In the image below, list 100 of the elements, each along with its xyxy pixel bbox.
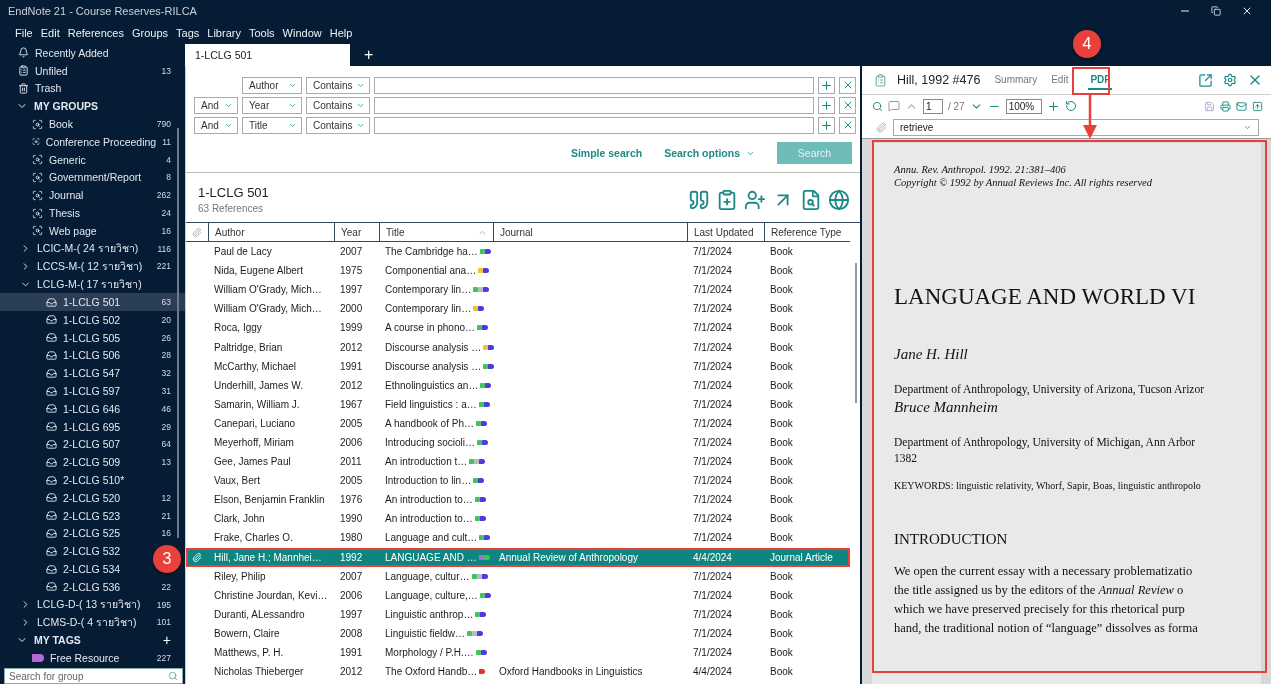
menu-item[interactable]: Tools: [248, 27, 275, 39]
field-dropdown[interactable]: Author: [242, 76, 302, 94]
reference-row[interactable]: Vaux, Bert 2005 Introduction to lin… 7/1/2024 Book: [186, 471, 850, 491]
reference-row[interactable]: William O'Grady, Mich… 2000 Contemporary lin… 7/1/2024 Book: [186, 299, 850, 319]
reference-row[interactable]: Riley, Philip 2007 Language, cultur… 7/1/2024 Book: [186, 566, 850, 586]
menu-item[interactable]: Help: [329, 27, 353, 39]
add-row-button[interactable]: [818, 96, 835, 114]
remove-row-button[interactable]: [839, 76, 856, 94]
reference-row[interactable]: Paltridge, Brian 2012 Discourse analysis … 7/1/2024 Book: [186, 337, 850, 357]
group-item[interactable]: 2-LCLG 507 64: [0, 435, 185, 454]
reference-row[interactable]: Gee, James Paul 2011 An introduction t… 7/1/2024 Book: [186, 452, 850, 472]
group-item[interactable]: 2-LCLG 534: [0, 560, 135, 578]
group-search-box[interactable]: Search for group: [4, 668, 183, 684]
user-plus-icon[interactable]: [744, 188, 766, 211]
remove-row-button[interactable]: [839, 116, 856, 134]
section-header[interactable]: MY GROUPS: [0, 97, 185, 116]
operator-dropdown[interactable]: And: [194, 116, 238, 134]
menu-item[interactable]: Edit: [40, 27, 60, 39]
condition-dropdown[interactable]: Contains: [306, 96, 370, 114]
reference-row[interactable]: Paul de Lacy 2007 The Cambridge ha… 7/1/2024 Book: [186, 242, 850, 262]
menu-item[interactable]: Tags: [176, 27, 200, 39]
reference-row[interactable]: Christine Jourdan, Kevi… 2006 Language, culture,… 7/1/2024 Book: [186, 585, 850, 605]
column-header[interactable]: Year: [334, 223, 379, 241]
search-options-button[interactable]: Search options: [664, 147, 755, 159]
operator-dropdown[interactable]: And: [194, 96, 238, 114]
group-item[interactable]: 1-LCLG 505 26: [0, 328, 185, 347]
group-item[interactable]: 1-LCLG 597 31: [0, 382, 185, 400]
rotate-left-icon[interactable]: [1064, 100, 1077, 112]
group-item[interactable]: 2-LCLG 523 21: [0, 506, 185, 525]
reference-row[interactable]: Canepari, Luciano 2005 A handbook of Ph… 7/1/2024 Book: [186, 413, 850, 433]
menu-item[interactable]: Groups: [131, 27, 169, 39]
group-item[interactable]: 1-LCLG 506 28: [0, 346, 185, 365]
search-icon[interactable]: [872, 100, 883, 112]
attachment-dropdown[interactable]: retrieve: [893, 119, 1259, 136]
remove-row-button[interactable]: [839, 96, 856, 114]
quote-icon[interactable]: [688, 188, 710, 211]
group-item[interactable]: 1-LCLG 547 32: [0, 364, 185, 383]
group-item[interactable]: Government/Report 8: [0, 168, 185, 187]
column-header[interactable]: Title: [379, 223, 493, 241]
reference-row[interactable]: Underhill, James W. 2012 Ethnolinguistics an… 7/1/2024 Book: [186, 375, 850, 395]
column-header[interactable]: Author: [208, 223, 334, 241]
group-item[interactable]: 1-LCLG 695 29: [0, 417, 185, 436]
add-row-button[interactable]: [818, 76, 835, 94]
tag-item[interactable]: Free Resource 227: [0, 649, 185, 667]
reference-row[interactable]: Meyerhoff, Miriam 2006 Introducing socioli… 7/1/2024 Book: [186, 432, 850, 453]
reference-row[interactable]: Nida, Eugene Albert 1975 Componential ana… 7/1/2024 Book: [186, 261, 850, 281]
panel-tab[interactable]: Edit: [1049, 70, 1071, 90]
mail-icon[interactable]: [1236, 100, 1247, 112]
menu-item[interactable]: Library: [207, 27, 241, 39]
reference-row[interactable]: Clark, John 1990 An introduction to… 7/1/2024 Book: [186, 509, 850, 529]
simple-search-link[interactable]: Simple search: [570, 147, 643, 159]
page-field[interactable]: 1: [923, 98, 943, 114]
file-search-icon[interactable]: [800, 188, 822, 211]
zoom-field[interactable]: 100%: [1005, 98, 1042, 114]
group-item[interactable]: Web page 16: [0, 221, 185, 240]
panel-tab[interactable]: Summary: [992, 70, 1040, 90]
field-dropdown[interactable]: Title: [242, 116, 302, 134]
group-item[interactable]: Generic 4: [0, 150, 185, 169]
reference-row[interactable]: William O'Grady, Mich… 1997 Contemporary lin… 7/1/2024 Book: [186, 280, 850, 300]
restore-icon[interactable]: [1211, 6, 1221, 16]
menu-item[interactable]: Window: [282, 27, 322, 39]
group-set-item[interactable]: LCLG-M-( 17 รายวิชา): [0, 275, 185, 294]
column-header[interactable]: Last Updated: [687, 223, 764, 241]
group-item[interactable]: 1-LCLG 646 46: [0, 399, 185, 418]
group-item[interactable]: 1-LCLG 502 20: [0, 310, 185, 329]
section-header[interactable]: MY TAGS +: [0, 631, 185, 650]
column-header[interactable]: Journal: [493, 223, 687, 241]
group-set-item[interactable]: LCLG-D-( 13 รายวิชา) 195: [0, 595, 185, 614]
export-icon[interactable]: [1252, 100, 1263, 112]
menu-item[interactable]: File: [15, 27, 33, 39]
group-item[interactable]: Book 790: [0, 115, 185, 133]
group-item[interactable]: 2-LCLG 509 13: [0, 453, 185, 472]
group-item[interactable]: Thesis 24: [0, 204, 185, 222]
condition-dropdown[interactable]: Contains: [306, 116, 370, 134]
search-term-field[interactable]: [374, 96, 814, 114]
print-icon[interactable]: [1220, 100, 1231, 112]
group-item[interactable]: Journal 262: [0, 186, 185, 205]
library-tab[interactable]: 1-LCLG 501: [185, 44, 350, 66]
add-tag-button[interactable]: +: [162, 632, 171, 649]
globe-icon[interactable]: [828, 188, 850, 211]
group-item[interactable]: 2-LCLG 520 12: [0, 488, 185, 507]
comment-icon[interactable]: [888, 100, 900, 112]
external-link-icon[interactable]: [1198, 72, 1213, 88]
group-search-field[interactable]: Search for group: [9, 670, 168, 682]
condition-dropdown[interactable]: Contains: [306, 76, 370, 94]
reference-row[interactable]: Nicholas Thieberger 2012 The Oxford Handb… Oxford Handbooks in Linguistics 4/4/2024 Book: [186, 662, 850, 682]
add-row-button[interactable]: [818, 116, 835, 134]
field-dropdown[interactable]: Year: [242, 96, 302, 114]
reference-row[interactable]: McCarthy, Michael 1991 Discourse analysis … 7/1/2024 Book: [186, 356, 850, 376]
group-set-item[interactable]: LCIC-M-( 24 รายวิชา) 116: [0, 239, 185, 258]
group-item[interactable]: 2-LCLG 536 22: [0, 577, 185, 596]
menu-item[interactable]: References: [67, 27, 124, 39]
column-header[interactable]: Reference Type: [764, 223, 850, 241]
group-item[interactable]: 2-LCLG 525 16: [0, 524, 185, 543]
settings-icon[interactable]: [1223, 73, 1237, 87]
group-item[interactable]: 2-LCLG 510*: [0, 471, 139, 489]
group-item[interactable]: 1-LCLG 501 63: [0, 293, 185, 311]
group-item[interactable]: 2-LCLG 532: [0, 542, 135, 561]
group-set-item[interactable]: LCCS-M-( 12 รายวิชา) 221: [0, 257, 185, 276]
close-icon[interactable]: [1241, 5, 1253, 17]
